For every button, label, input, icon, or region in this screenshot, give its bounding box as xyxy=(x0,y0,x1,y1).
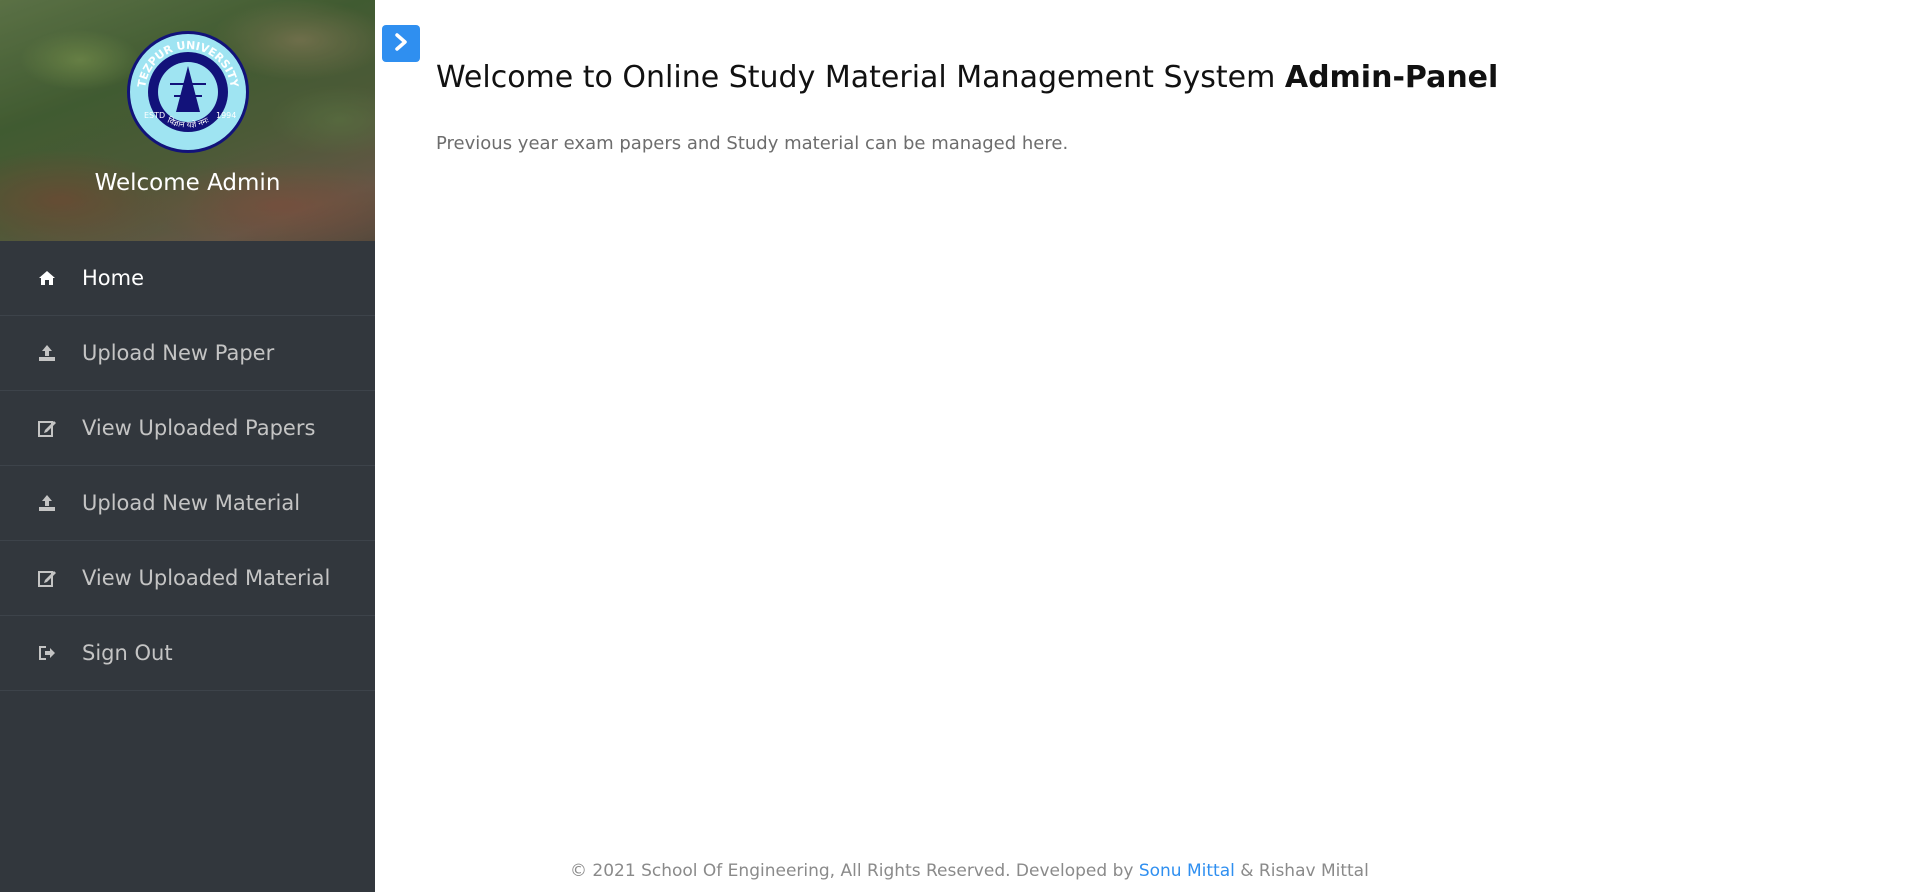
footer: © 2021 School Of Engineering, All Rights… xyxy=(570,861,1369,881)
page-subtitle: Previous year exam papers and Study mate… xyxy=(436,133,1069,154)
sidebar-item-label: Upload New Paper xyxy=(82,341,275,365)
sidebar-item-upload-new-paper[interactable]: Upload New Paper xyxy=(0,316,375,391)
sidebar-item-label: View Uploaded Papers xyxy=(82,416,316,440)
sidebar-item-label: Upload New Material xyxy=(82,491,301,515)
logo-emblem: TEZPUR UNIVERSITY विज्ञान यज्ञे नमः ESTD… xyxy=(135,39,241,132)
sidebar-item-label: View Uploaded Material xyxy=(82,566,331,590)
sidebar-header: TEZPUR UNIVERSITY विज्ञान यज्ञे नमः ESTD… xyxy=(0,0,375,241)
sidebar-item-view-uploaded-papers[interactable]: View Uploaded Papers xyxy=(0,391,375,466)
upload-icon xyxy=(36,342,58,364)
page-title-bold: Admin-Panel xyxy=(1284,60,1499,95)
footer-text-after: & Rishav Mittal xyxy=(1240,861,1369,881)
upload-icon xyxy=(36,492,58,514)
main-content: Welcome to Online Study Material Managem… xyxy=(436,60,1498,154)
edit-icon xyxy=(36,417,58,439)
sidebar-item-home[interactable]: Home xyxy=(0,241,375,316)
sidebar-item-label: Home xyxy=(82,266,145,290)
developer-link[interactable]: Sonu Mittal xyxy=(1139,861,1235,881)
logo-text-left: ESTD xyxy=(144,111,165,120)
sidebar-item-view-uploaded-material[interactable]: View Uploaded Material xyxy=(0,541,375,616)
logo-text-right: 1994 xyxy=(216,111,236,120)
page-title: Welcome to Online Study Material Managem… xyxy=(436,60,1498,95)
home-icon xyxy=(36,267,58,289)
sidebar-toggle-button[interactable] xyxy=(382,25,420,62)
sidebar-item-label: Sign Out xyxy=(82,641,173,665)
edit-icon xyxy=(36,567,58,589)
sidebar: TEZPUR UNIVERSITY विज्ञान यज्ञे नमः ESTD… xyxy=(0,0,375,892)
sidebar-item-sign-out[interactable]: Sign Out xyxy=(0,616,375,691)
sidebar-menu: Home Upload New Paper View Uploaded Pape… xyxy=(0,241,375,691)
sidebar-item-upload-new-material[interactable]: Upload New Material xyxy=(0,466,375,541)
chevron-right-icon xyxy=(394,32,408,55)
page-title-text: Welcome to Online Study Material Managem… xyxy=(436,60,1276,95)
welcome-admin-text: Welcome Admin xyxy=(94,170,281,196)
university-logo: TEZPUR UNIVERSITY विज्ञान यज्ञे नमः ESTD… xyxy=(127,31,249,153)
footer-text-before: © 2021 School Of Engineering, All Rights… xyxy=(570,861,1134,881)
sign-out-icon xyxy=(36,642,58,664)
